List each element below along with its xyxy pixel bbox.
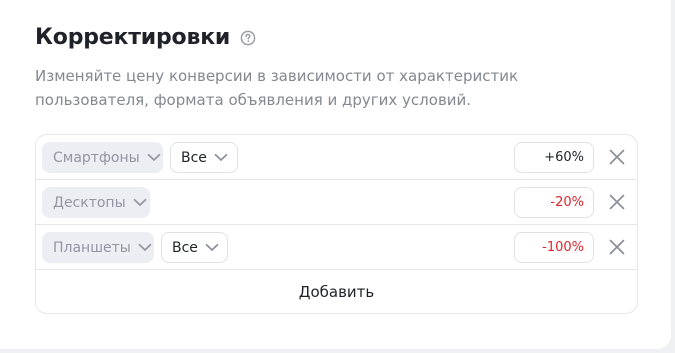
device-select-tablets[interactable]: Планшеты bbox=[42, 232, 154, 263]
adjustments-table: Смартфоны Все +60% Десктопы -20% Планшет… bbox=[35, 134, 638, 314]
page-title: Корректировки bbox=[35, 25, 231, 50]
adjustments-card: Корректировки Изменяйте цену конверсии в… bbox=[0, 0, 671, 349]
os-label: Все bbox=[172, 239, 198, 256]
device-label: Десктопы bbox=[53, 194, 126, 211]
chevron-down-icon bbox=[147, 153, 161, 162]
chevron-down-icon bbox=[205, 243, 219, 252]
percent-value: -100 bbox=[542, 240, 572, 255]
chevron-down-icon bbox=[138, 243, 152, 252]
percent-unit: % bbox=[571, 195, 584, 210]
chevron-down-icon bbox=[133, 198, 147, 207]
remove-icon[interactable] bbox=[608, 238, 626, 256]
percent-value: -20 bbox=[550, 195, 572, 210]
percent-value: +60 bbox=[544, 150, 572, 165]
os-select[interactable]: Все bbox=[170, 142, 238, 173]
device-select-desktops[interactable]: Десктопы bbox=[42, 187, 150, 218]
device-label: Планшеты bbox=[53, 239, 131, 256]
os-select[interactable]: Все bbox=[161, 232, 228, 263]
device-select-smartphones[interactable]: Смартфоны bbox=[42, 142, 163, 173]
remove-icon[interactable] bbox=[608, 148, 626, 166]
description: Изменяйте цену конверсии в зависимости о… bbox=[35, 67, 519, 109]
os-label: Все bbox=[181, 149, 207, 166]
percent-unit: % bbox=[571, 240, 584, 255]
percent-input[interactable]: +60% bbox=[514, 142, 594, 173]
title-row: Корректировки bbox=[35, 25, 256, 50]
remove-icon[interactable] bbox=[608, 193, 626, 211]
percent-unit: % bbox=[571, 150, 584, 165]
question-circle-icon[interactable] bbox=[240, 30, 256, 46]
add-button[interactable]: Добавить bbox=[36, 270, 637, 313]
adjustment-row: Смартфоны Все +60% bbox=[36, 135, 637, 180]
adjustment-row: Планшеты Все -100% bbox=[36, 225, 637, 270]
percent-input[interactable]: -100% bbox=[514, 232, 594, 263]
adjustment-row: Десктопы -20% bbox=[36, 180, 637, 225]
percent-input[interactable]: -20% bbox=[514, 187, 594, 218]
device-label: Смартфоны bbox=[53, 149, 140, 166]
chevron-down-icon bbox=[214, 153, 228, 162]
